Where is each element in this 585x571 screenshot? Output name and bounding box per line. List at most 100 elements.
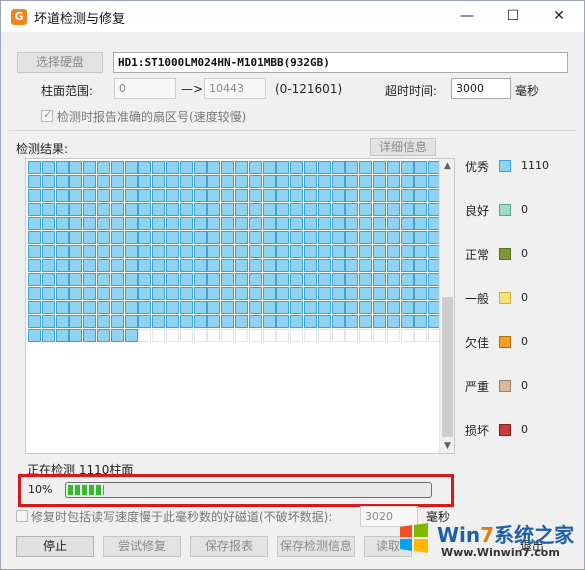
cylinder-cell bbox=[372, 230, 386, 245]
cylinder-cell bbox=[179, 161, 193, 175]
scroll-up-icon[interactable]: ▲ bbox=[440, 159, 455, 173]
cylinder-cell bbox=[138, 202, 152, 217]
stop-button[interactable]: 停止 bbox=[16, 536, 94, 557]
close-icon[interactable]: ✕ bbox=[536, 1, 582, 32]
cylinder-cell bbox=[165, 272, 179, 287]
save-scan-info-button[interactable]: 保存检测信息 bbox=[277, 536, 355, 557]
cylinder-cell bbox=[83, 216, 97, 231]
cylinder-cell bbox=[165, 286, 179, 301]
cylinder-to-input[interactable]: 10443 bbox=[204, 78, 266, 99]
cylinder-cell bbox=[28, 202, 41, 217]
watermark-url: Www.Winwin7.com bbox=[441, 546, 560, 559]
cylinder-cell bbox=[262, 244, 276, 259]
cylinder-cell bbox=[55, 258, 69, 273]
cylinder-cell bbox=[234, 161, 248, 175]
cylinder-cell bbox=[359, 202, 373, 217]
cylinder-cell bbox=[152, 314, 166, 329]
cylinder-cell bbox=[193, 286, 207, 301]
cylinder-cell bbox=[262, 272, 276, 287]
cylinder-cell bbox=[96, 244, 110, 259]
cylinder-cell bbox=[414, 300, 428, 315]
cylinder-cell bbox=[41, 202, 55, 217]
cylinder-cell bbox=[276, 328, 290, 342]
cylinder-cell bbox=[69, 188, 83, 203]
timeout-input[interactable]: 3000 bbox=[451, 78, 511, 99]
cylinder-cell bbox=[55, 328, 69, 342]
cylinder-cell bbox=[400, 314, 414, 329]
cylinder-cell bbox=[207, 202, 221, 217]
cylinder-cell bbox=[290, 230, 304, 245]
cylinder-cell bbox=[317, 188, 331, 203]
cylinder-cell bbox=[400, 328, 414, 342]
cylinder-from-input[interactable]: 0 bbox=[114, 78, 176, 99]
cylinder-cell bbox=[372, 328, 386, 342]
cylinder-cell bbox=[207, 188, 221, 203]
cylinder-cell bbox=[69, 286, 83, 301]
cylinder-cell bbox=[414, 188, 428, 203]
cylinder-cell bbox=[96, 314, 110, 329]
legend-count: 0 bbox=[521, 379, 528, 392]
cylinder-cell bbox=[179, 328, 193, 342]
cylinder-cell bbox=[221, 188, 235, 203]
cylinder-cell bbox=[262, 161, 276, 175]
cylinder-cell bbox=[28, 161, 41, 175]
try-repair-button[interactable]: 尝试修复 bbox=[103, 536, 181, 557]
cylinder-cell bbox=[28, 174, 41, 189]
cylinder-cell bbox=[110, 202, 124, 217]
cylinder-cell bbox=[372, 300, 386, 315]
maximize-icon[interactable]: ☐ bbox=[490, 1, 536, 32]
cylinder-cell bbox=[331, 188, 345, 203]
cylinder-cell bbox=[179, 300, 193, 315]
cylinder-cell bbox=[262, 286, 276, 301]
cylinder-cell bbox=[96, 174, 110, 189]
cylinder-cell bbox=[69, 161, 83, 175]
cylinder-cell bbox=[234, 272, 248, 287]
cylinder-cell bbox=[55, 161, 69, 175]
cylinder-cell bbox=[124, 161, 138, 175]
minimize-icon[interactable]: — bbox=[444, 1, 490, 32]
legend-swatch bbox=[499, 160, 511, 172]
cylinder-cell bbox=[372, 314, 386, 329]
scroll-down-icon[interactable]: ▼ bbox=[440, 439, 455, 453]
cylinder-cell bbox=[193, 202, 207, 217]
repair-option-checkbox[interactable] bbox=[16, 510, 28, 522]
cylinder-cell bbox=[138, 174, 152, 189]
cylinder-cell bbox=[152, 258, 166, 273]
cylinder-cell bbox=[55, 202, 69, 217]
cylinder-cell bbox=[124, 216, 138, 231]
cylinder-cell bbox=[345, 272, 359, 287]
cylinder-cell bbox=[303, 258, 317, 273]
cylinder-cell bbox=[221, 161, 235, 175]
cylinder-cell bbox=[234, 188, 248, 203]
cylinder-cell bbox=[83, 202, 97, 217]
cylinder-cell bbox=[69, 314, 83, 329]
cylinder-cell bbox=[179, 314, 193, 329]
select-disk-button[interactable]: 选择硬盘 bbox=[17, 52, 103, 73]
report-sector-checkbox[interactable] bbox=[41, 108, 53, 122]
detail-info-button[interactable]: 详细信息 bbox=[370, 138, 436, 156]
cylinder-cell bbox=[152, 174, 166, 189]
cylinder-cell bbox=[372, 161, 386, 175]
cylinder-cell bbox=[96, 286, 110, 301]
cylinder-cell bbox=[110, 161, 124, 175]
cylinder-cell bbox=[124, 244, 138, 259]
cylinder-cell bbox=[55, 230, 69, 245]
cylinder-cell bbox=[165, 314, 179, 329]
cylinder-cell bbox=[248, 202, 262, 217]
cylinder-cell bbox=[386, 314, 400, 329]
cylinder-cell bbox=[248, 314, 262, 329]
save-report-button[interactable]: 保存报表 bbox=[190, 536, 268, 557]
cylinder-cell bbox=[28, 286, 41, 301]
scroll-thumb[interactable] bbox=[442, 297, 453, 437]
repair-option-label: 修复时包括读写速度慢于此毫秒数的好磁道(不破坏数据): bbox=[31, 510, 333, 524]
map-scrollbar[interactable]: ▲ ▼ bbox=[439, 159, 454, 453]
cylinder-cell bbox=[262, 188, 276, 203]
cylinder-cell bbox=[207, 174, 221, 189]
cylinder-cell bbox=[290, 216, 304, 231]
cylinder-cell bbox=[276, 161, 290, 175]
cylinder-cell bbox=[345, 314, 359, 329]
cylinder-cell bbox=[193, 272, 207, 287]
cylinder-cell bbox=[345, 174, 359, 189]
cylinder-cell bbox=[83, 314, 97, 329]
cylinder-cell bbox=[138, 314, 152, 329]
